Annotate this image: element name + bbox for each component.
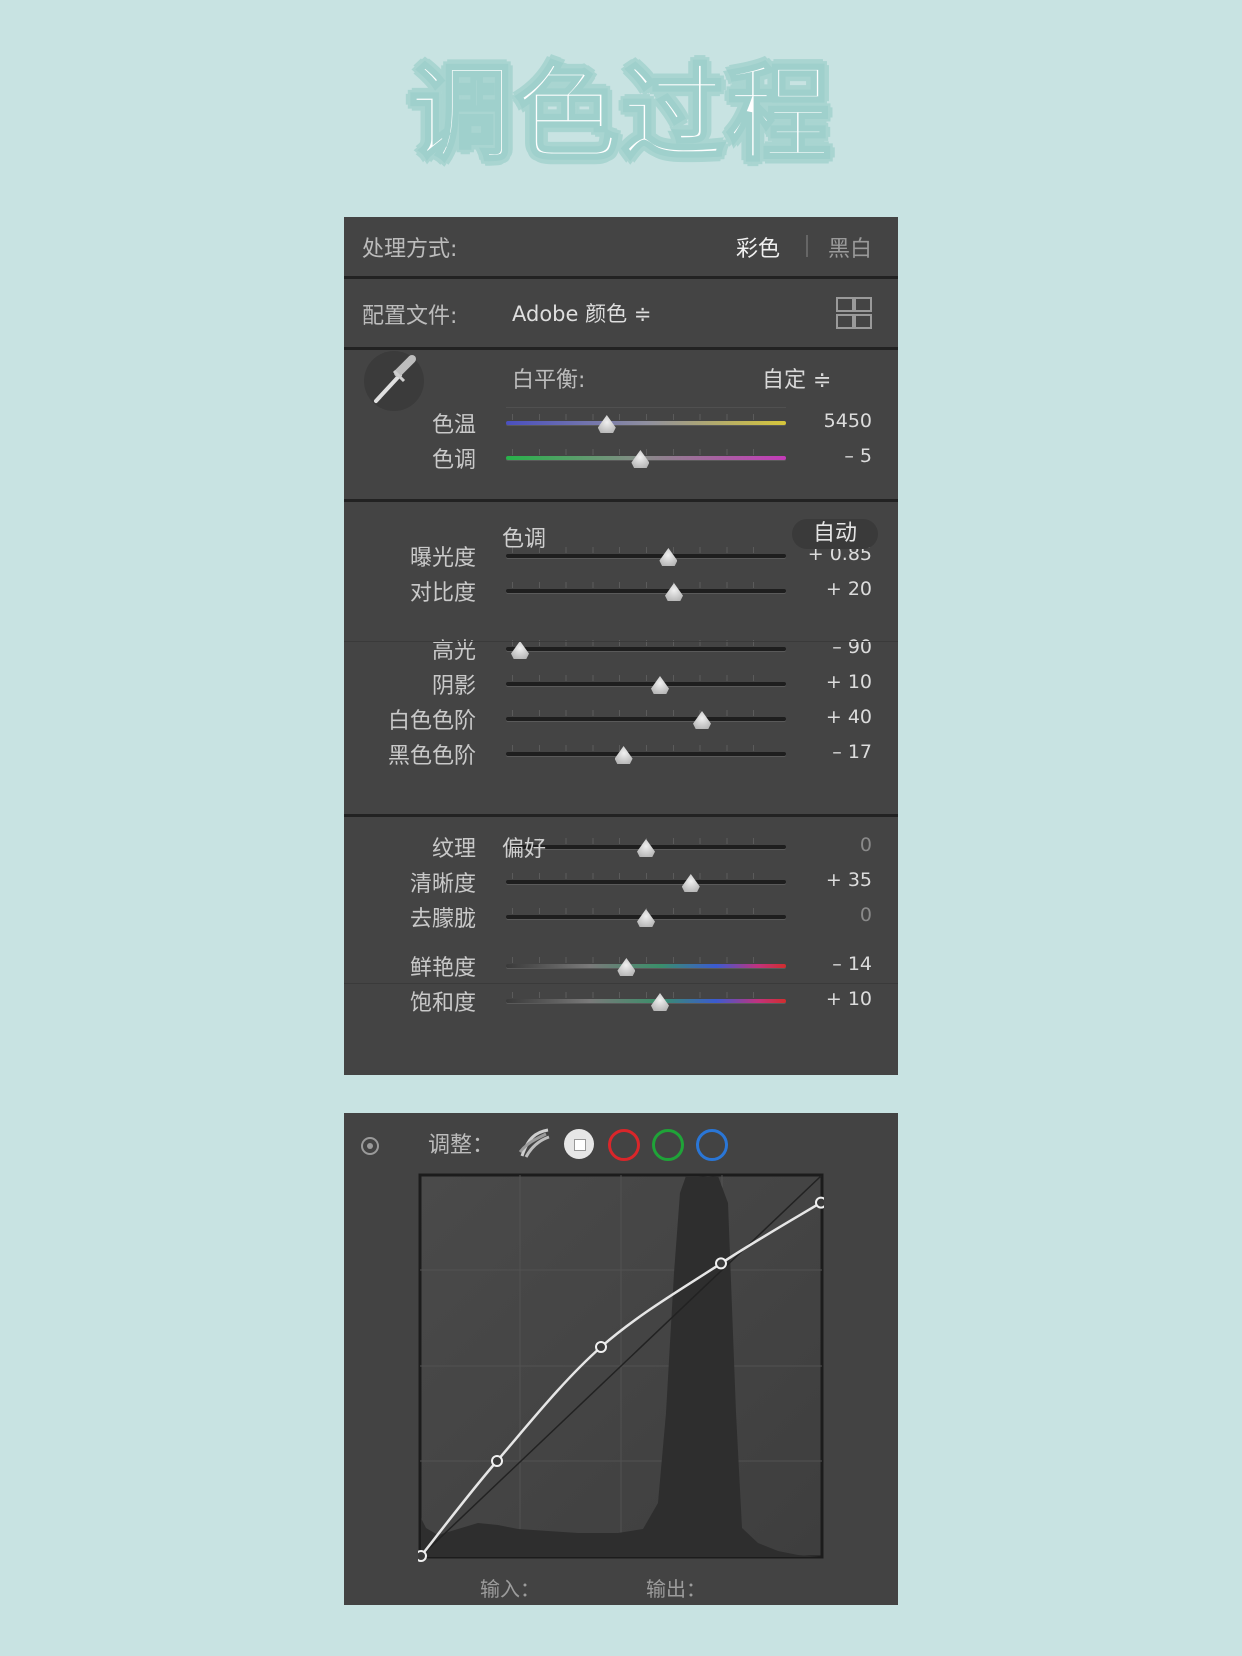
slider-label: 对比度 — [409, 581, 476, 606]
input-label: 输入： — [480, 1577, 540, 1601]
slider-track[interactable] — [506, 717, 786, 721]
slider-track[interactable] — [506, 964, 786, 968]
slider-label: 鲜艳度 — [409, 956, 476, 981]
slider-value[interactable]: – 5 — [844, 445, 872, 467]
curve-control-point[interactable] — [418, 1550, 427, 1562]
slider-ticks — [512, 449, 780, 455]
slider-value[interactable]: + 35 — [826, 869, 872, 891]
treatment-divider — [806, 235, 808, 257]
eyedropper-icon[interactable] — [364, 351, 424, 411]
slider-ticks — [512, 710, 780, 716]
slider-ticks — [512, 582, 780, 588]
presence-header: 偏好 — [502, 837, 547, 862]
slider-label: 饱和度 — [409, 991, 476, 1016]
slider-ticks — [512, 414, 780, 420]
adjust-label: 调整： — [428, 1133, 495, 1158]
slider-track[interactable] — [506, 880, 786, 884]
profile-label: 配置文件: — [362, 304, 458, 329]
slider-label: 色温 — [431, 413, 476, 438]
treatment-bw-option[interactable]: 黑白 — [828, 231, 872, 263]
slider-track[interactable] — [506, 752, 786, 756]
slider-value[interactable]: + 40 — [826, 706, 872, 728]
tone-header: 色调 — [502, 527, 547, 552]
divider — [344, 814, 898, 817]
slider-ticks — [512, 675, 780, 681]
wb-label: 白平衡: — [512, 368, 586, 393]
profile-browser-icon[interactable] — [836, 297, 872, 329]
slider-track[interactable] — [506, 682, 786, 686]
slider-value[interactable]: 0 — [860, 904, 872, 926]
slider-value[interactable]: – 14 — [832, 953, 872, 975]
blue-channel-button[interactable] — [696, 1129, 728, 1161]
tone-curve-graph[interactable] — [418, 1173, 824, 1563]
slider-value[interactable]: – 17 — [832, 741, 872, 763]
slider-track[interactable] — [506, 554, 786, 558]
slider-track[interactable] — [506, 421, 786, 425]
output-label: 输出： — [646, 1577, 706, 1601]
slider-value[interactable]: + 10 — [826, 671, 872, 693]
divider — [344, 983, 898, 984]
curve-control-point[interactable] — [715, 1257, 727, 1270]
treatment-color-option[interactable]: 彩色 — [736, 231, 780, 263]
slider-label: 高光 — [431, 639, 476, 664]
slider-label: 纹理 — [431, 837, 476, 862]
point-curve-rgb-button[interactable] — [564, 1129, 594, 1159]
slider-value[interactable]: + 20 — [826, 578, 872, 600]
tone-curve-panel: 调整： 输入： 输出： — [344, 1113, 898, 1605]
slider-value[interactable]: + 10 — [826, 988, 872, 1010]
divider — [506, 407, 786, 408]
slider-value[interactable]: 5450 — [824, 410, 872, 432]
slider-label: 色调 — [431, 448, 476, 473]
wb-select[interactable]: 自定 ≑ — [762, 362, 831, 394]
slider-ticks — [512, 745, 780, 751]
slider-ticks — [512, 957, 780, 963]
slider-value[interactable]: 0 — [860, 834, 872, 856]
treatment-label: 处理方式: — [362, 237, 458, 262]
slider-label: 去朦胧 — [409, 907, 476, 932]
divider — [344, 347, 898, 350]
slider-ticks — [512, 873, 780, 879]
profile-select[interactable]: Adobe 颜色 ≑ — [512, 298, 651, 328]
red-channel-button[interactable] — [608, 1129, 640, 1161]
slider-value[interactable]: – 90 — [832, 636, 872, 658]
slider-track[interactable] — [506, 999, 786, 1003]
green-channel-button[interactable] — [652, 1129, 684, 1161]
basic-panel: 处理方式: 彩色 黑白 配置文件: Adobe 颜色 ≑ 白平衡: 自定 ≑ 色… — [344, 217, 898, 1075]
slider-label: 清晰度 — [409, 872, 476, 897]
slider-label: 白色色阶 — [387, 709, 476, 734]
curve-control-point[interactable] — [491, 1455, 503, 1467]
page-title: 调色过程 — [407, 53, 833, 175]
auto-button[interactable]: 自动 — [792, 519, 878, 549]
parametric-curve-icon[interactable] — [518, 1128, 550, 1158]
divider — [344, 641, 898, 642]
curve-control-point[interactable] — [815, 1196, 824, 1209]
target-adjust-icon[interactable] — [361, 1137, 379, 1155]
slider-label: 黑色色阶 — [387, 744, 476, 769]
slider-ticks — [512, 992, 780, 998]
slider-track[interactable] — [506, 589, 786, 593]
slider-label: 曝光度 — [409, 546, 476, 571]
divider — [344, 499, 898, 502]
slider-label: 阴影 — [431, 674, 476, 699]
divider — [344, 276, 898, 279]
curve-control-point[interactable] — [595, 1341, 607, 1353]
slider-ticks — [512, 547, 780, 553]
slider-track[interactable] — [506, 647, 786, 651]
